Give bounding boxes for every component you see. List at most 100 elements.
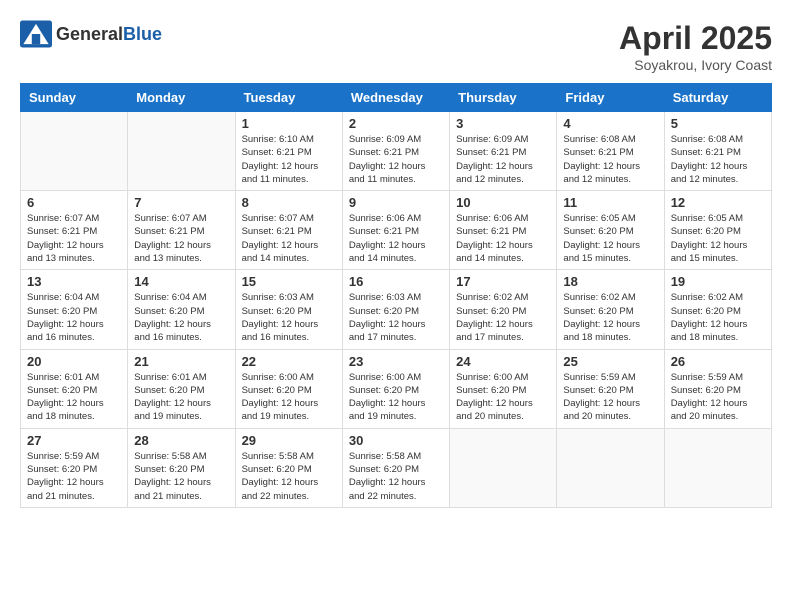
day-info: Sunrise: 6:00 AM Sunset: 6:20 PM Dayligh… (349, 371, 443, 424)
table-row: 20 Sunrise: 6:01 AM Sunset: 6:20 PM Dayli… (21, 349, 128, 428)
day-info: Sunrise: 6:06 AM Sunset: 6:21 PM Dayligh… (349, 212, 443, 265)
day-number: 13 (27, 274, 121, 289)
table-row: 1 Sunrise: 6:10 AM Sunset: 6:21 PM Daylig… (235, 112, 342, 191)
table-row: 7 Sunrise: 6:07 AM Sunset: 6:21 PM Daylig… (128, 191, 235, 270)
col-monday: Monday (128, 84, 235, 112)
day-info: Sunrise: 5:59 AM Sunset: 6:20 PM Dayligh… (563, 371, 657, 424)
day-info: Sunrise: 6:03 AM Sunset: 6:20 PM Dayligh… (242, 291, 336, 344)
table-row: 9 Sunrise: 6:06 AM Sunset: 6:21 PM Daylig… (342, 191, 449, 270)
day-number: 10 (456, 195, 550, 210)
logo-text: GeneralBlue (56, 24, 162, 45)
table-row: 3Sunrise: 6:09 AM Sunset: 6:21 PM Daylig… (450, 112, 557, 191)
day-number: 19 (671, 274, 765, 289)
day-info: Sunrise: 6:04 AM Sunset: 6:20 PM Dayligh… (27, 291, 121, 344)
table-row: 4Sunrise: 6:08 AM Sunset: 6:21 PM Daylig… (557, 112, 664, 191)
day-number: 24 (456, 354, 550, 369)
table-row: 28 Sunrise: 5:58 AM Sunset: 6:20 PM Dayli… (128, 428, 235, 507)
table-row: 25 Sunrise: 5:59 AM Sunset: 6:20 PM Dayli… (557, 349, 664, 428)
day-info: Sunrise: 6:06 AM Sunset: 6:21 PM Dayligh… (456, 212, 550, 265)
day-number: 7 (134, 195, 228, 210)
day-info: Sunrise: 5:59 AM Sunset: 6:20 PM Dayligh… (671, 371, 765, 424)
day-info: Sunrise: 6:02 AM Sunset: 6:20 PM Dayligh… (671, 291, 765, 344)
day-info: Sunrise: 6:07 AM Sunset: 6:21 PM Dayligh… (242, 212, 336, 265)
table-row: 19 Sunrise: 6:02 AM Sunset: 6:20 PM Dayli… (664, 270, 771, 349)
day-number: 11 (563, 195, 657, 210)
logo-icon (20, 20, 52, 48)
day-info: Sunrise: 6:01 AM Sunset: 6:20 PM Dayligh… (134, 371, 228, 424)
day-number: 27 (27, 433, 121, 448)
table-row: 22 Sunrise: 6:00 AM Sunset: 6:20 PM Dayli… (235, 349, 342, 428)
calendar-header-row: Sunday Monday Tuesday Wednesday Thursday… (21, 84, 772, 112)
logo-general: General (56, 24, 123, 44)
day-number: 15 (242, 274, 336, 289)
table-row (557, 428, 664, 507)
day-number: 30 (349, 433, 443, 448)
day-info: Sunrise: 6:05 AM Sunset: 6:20 PM Dayligh… (563, 212, 657, 265)
day-number: 1 (242, 116, 336, 131)
col-thursday: Thursday (450, 84, 557, 112)
day-info: Sunrise: 5:58 AM Sunset: 6:20 PM Dayligh… (134, 450, 228, 503)
day-number: 28 (134, 433, 228, 448)
day-info: Sunrise: 6:07 AM Sunset: 6:21 PM Dayligh… (134, 212, 228, 265)
day-number: 2 (349, 116, 443, 131)
day-info: Sunrise: 6:02 AM Sunset: 6:20 PM Dayligh… (456, 291, 550, 344)
table-row: 29 Sunrise: 5:58 AM Sunset: 6:20 PM Dayli… (235, 428, 342, 507)
day-info: Sunrise: 5:58 AM Sunset: 6:20 PM Dayligh… (242, 450, 336, 503)
table-row: 27 Sunrise: 5:59 AM Sunset: 6:20 PM Dayli… (21, 428, 128, 507)
calendar-week-row: 20 Sunrise: 6:01 AM Sunset: 6:20 PM Dayli… (21, 349, 772, 428)
table-row: 12 Sunrise: 6:05 AM Sunset: 6:20 PM Dayli… (664, 191, 771, 270)
calendar-week-row: 1 Sunrise: 6:10 AM Sunset: 6:21 PM Daylig… (21, 112, 772, 191)
day-info: Sunrise: 6:02 AM Sunset: 6:20 PM Dayligh… (563, 291, 657, 344)
day-info: Sunrise: 6:00 AM Sunset: 6:20 PM Dayligh… (456, 371, 550, 424)
table-row (450, 428, 557, 507)
table-row: 24 Sunrise: 6:00 AM Sunset: 6:20 PM Dayli… (450, 349, 557, 428)
day-info: Sunrise: 5:59 AM Sunset: 6:20 PM Dayligh… (27, 450, 121, 503)
table-row: 6Sunrise: 6:07 AM Sunset: 6:21 PM Daylig… (21, 191, 128, 270)
day-number: 5 (671, 116, 765, 131)
day-number: 12 (671, 195, 765, 210)
day-info: Sunrise: 6:00 AM Sunset: 6:20 PM Dayligh… (242, 371, 336, 424)
day-info: Sunrise: 6:08 AM Sunset: 6:21 PM Dayligh… (671, 133, 765, 186)
day-number: 16 (349, 274, 443, 289)
table-row: 16 Sunrise: 6:03 AM Sunset: 6:20 PM Dayli… (342, 270, 449, 349)
day-number: 14 (134, 274, 228, 289)
calendar-week-row: 6Sunrise: 6:07 AM Sunset: 6:21 PM Daylig… (21, 191, 772, 270)
day-number: 8 (242, 195, 336, 210)
logo-blue: Blue (123, 24, 162, 44)
day-number: 25 (563, 354, 657, 369)
table-row: 14Sunrise: 6:04 AM Sunset: 6:20 PM Dayli… (128, 270, 235, 349)
calendar-week-row: 13 Sunrise: 6:04 AM Sunset: 6:20 PM Dayli… (21, 270, 772, 349)
table-row: 30 Sunrise: 5:58 AM Sunset: 6:20 PM Dayli… (342, 428, 449, 507)
table-row: 26Sunrise: 5:59 AM Sunset: 6:20 PM Dayli… (664, 349, 771, 428)
day-info: Sunrise: 5:58 AM Sunset: 6:20 PM Dayligh… (349, 450, 443, 503)
col-tuesday: Tuesday (235, 84, 342, 112)
col-saturday: Saturday (664, 84, 771, 112)
table-row: 10 Sunrise: 6:06 AM Sunset: 6:21 PM Dayli… (450, 191, 557, 270)
day-info: Sunrise: 6:05 AM Sunset: 6:20 PM Dayligh… (671, 212, 765, 265)
table-row: 2 Sunrise: 6:09 AM Sunset: 6:21 PM Daylig… (342, 112, 449, 191)
day-number: 3 (456, 116, 550, 131)
table-row: 17 Sunrise: 6:02 AM Sunset: 6:20 PM Dayli… (450, 270, 557, 349)
month-year: April 2025 (619, 20, 772, 57)
table-row (21, 112, 128, 191)
title-block: April 2025 Soyakrou, Ivory Coast (619, 20, 772, 73)
table-row: 13 Sunrise: 6:04 AM Sunset: 6:20 PM Dayli… (21, 270, 128, 349)
table-row: 23 Sunrise: 6:00 AM Sunset: 6:20 PM Dayli… (342, 349, 449, 428)
day-info: Sunrise: 6:10 AM Sunset: 6:21 PM Dayligh… (242, 133, 336, 186)
day-number: 18 (563, 274, 657, 289)
day-info: Sunrise: 6:09 AM Sunset: 6:21 PM Dayligh… (349, 133, 443, 186)
table-row: 15 Sunrise: 6:03 AM Sunset: 6:20 PM Dayli… (235, 270, 342, 349)
table-row (664, 428, 771, 507)
day-number: 22 (242, 354, 336, 369)
day-info: Sunrise: 6:01 AM Sunset: 6:20 PM Dayligh… (27, 371, 121, 424)
day-number: 23 (349, 354, 443, 369)
table-row: 5 Sunrise: 6:08 AM Sunset: 6:21 PM Daylig… (664, 112, 771, 191)
day-info: Sunrise: 6:07 AM Sunset: 6:21 PM Dayligh… (27, 212, 121, 265)
table-row: 21Sunrise: 6:01 AM Sunset: 6:20 PM Dayli… (128, 349, 235, 428)
day-info: Sunrise: 6:03 AM Sunset: 6:20 PM Dayligh… (349, 291, 443, 344)
day-number: 9 (349, 195, 443, 210)
day-number: 20 (27, 354, 121, 369)
day-number: 29 (242, 433, 336, 448)
day-info: Sunrise: 6:08 AM Sunset: 6:21 PM Dayligh… (563, 133, 657, 186)
day-number: 17 (456, 274, 550, 289)
